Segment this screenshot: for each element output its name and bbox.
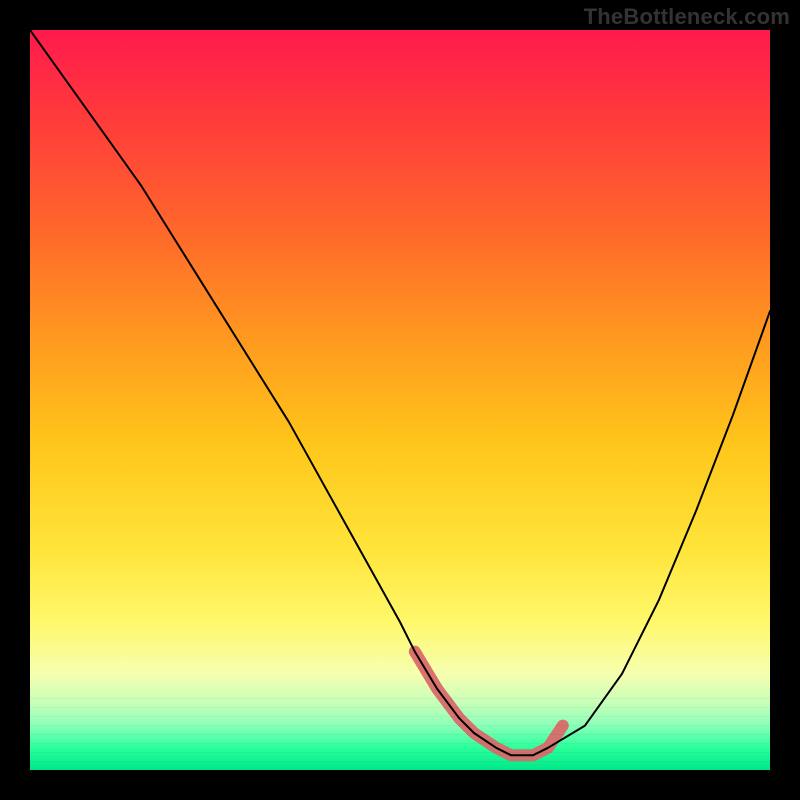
bottleneck-curve xyxy=(30,30,770,755)
plot-area xyxy=(30,30,770,770)
curve-svg xyxy=(30,30,770,770)
chart-frame: TheBottleneck.com xyxy=(0,0,800,800)
sweet-spot-highlight xyxy=(415,652,563,756)
watermark-text: TheBottleneck.com xyxy=(584,4,790,30)
